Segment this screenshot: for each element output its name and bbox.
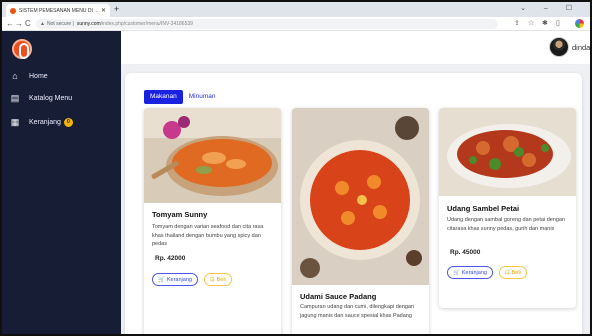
share-icon[interactable]: ⇪ [514,19,520,27]
menu-description: Campuran udang dan cumi, dilengkapi deng… [300,304,415,319]
user-name[interactable]: dinda [572,43,590,52]
menu-title: Tomyam Sunny [152,210,208,219]
sidepanel-icon[interactable]: ▯ [556,19,560,27]
bookmark-star-icon[interactable]: ☆ [528,19,534,27]
browser-toolbar: ← → C ▲ Not secure | sunny.com /index.ph… [2,17,590,31]
window-controls[interactable]: ⌄ – ☐ [520,4,580,12]
buy-label: Beli [216,276,226,283]
menu-card: Tomyam Sunny Tomyam dengan varian seafoo… [144,108,281,334]
sidebar-item-home[interactable]: ⌂ Home [2,68,121,84]
tab-minuman[interactable]: Minuman [183,90,222,104]
menu-panel: Makanan Minuman Tomyam Sunny Tomyam deng… [125,73,582,334]
extensions-icon[interactable]: ✱ [542,19,548,27]
sidebar-item-label: Keranjang [29,118,61,126]
browser-tabbar: SISTEM PEMESANAN MENU DI ... ✕ + ⌄ – ☐ [2,2,590,17]
cart-count-badge: 0 [63,117,73,127]
browser-window: SISTEM PEMESANAN MENU DI ... ✕ + ⌄ – ☐ ←… [0,0,592,336]
browser-tab[interactable]: SISTEM PEMESANAN MENU DI ... ✕ [6,4,110,17]
add-to-cart-button[interactable]: 🛒 Keranjang [447,266,493,279]
menu-price: Rp. 45000 [450,249,481,256]
url-path: /index.php/customer/menu/INV-34186539 [100,21,193,27]
address-bar[interactable]: ▲ Not secure | sunny.com /index.php/cust… [36,19,498,29]
back-button[interactable]: ← [6,19,14,28]
close-tab-icon[interactable]: ✕ [101,7,106,14]
browser-tab-title: SISTEM PEMESANAN MENU DI ... [19,7,99,14]
add-to-cart-label: Keranjang [461,269,487,276]
catalog-icon: ▤ [10,93,20,103]
app-logo[interactable] [12,39,32,59]
buy-button[interactable]: ⊡ Beli [499,266,527,279]
forward-button[interactable]: → [15,19,23,28]
tomyam-image [144,108,281,203]
menu-card: Udang Sambel Petai Udang dengan sambal g… [439,108,576,308]
cart-icon: 🛒 [453,269,460,276]
sidebar-item-label: Home [29,72,48,80]
sidebar: ⌂ Home ▤ Katalog Menu ▦ Keranjang 0 [2,31,121,334]
buy-label: Beli [511,269,521,276]
cart-icon: ▦ [10,117,20,127]
cart-icon: 🛒 [158,276,165,283]
menu-card: Udami Sauce Padang Campuran udang dan cu… [292,108,429,334]
sidebar-item-keranjang[interactable]: ▦ Keranjang 0 [2,114,121,130]
url-host: sunny.com [76,21,101,27]
not-secure-label: Not secure | [46,21,74,27]
buy-button[interactable]: ⊡ Beli [204,273,232,286]
new-tab-button[interactable]: + [114,4,119,15]
profile-icon[interactable] [575,19,584,28]
favicon-icon [10,7,16,14]
sidebar-item-katalog-menu[interactable]: ▤ Katalog Menu [2,90,121,106]
main-content: Makanan Minuman Tomyam Sunny Tomyam deng… [121,65,590,334]
menu-title: Udang Sambel Petai [447,204,520,213]
category-tabs: Makanan Minuman [144,90,221,104]
menu-price: Rp. 42000 [155,255,186,262]
menu-description: Udang dengan sambal goreng dan petai den… [447,217,566,232]
tab-makanan[interactable]: Makanan [144,90,183,104]
udami-image [292,108,429,285]
home-icon: ⌂ [12,71,18,81]
buy-icon: ⊡ [505,269,510,276]
sidebar-item-label: Katalog Menu [29,94,73,102]
menu-title: Udami Sauce Padang [300,292,377,301]
not-secure-icon: ▲ [40,21,45,27]
avatar[interactable] [549,37,569,57]
app-header: dinda ⌄ [121,31,590,65]
menu-description: Tomyam dengan varian seafood dan cita ra… [152,224,264,247]
add-to-cart-label: Keranjang [166,276,192,283]
udang-sambel-image [439,108,576,196]
buy-icon: ⊡ [210,276,215,283]
add-to-cart-button[interactable]: 🛒 Keranjang [152,273,198,286]
reload-button[interactable]: C [25,19,31,28]
